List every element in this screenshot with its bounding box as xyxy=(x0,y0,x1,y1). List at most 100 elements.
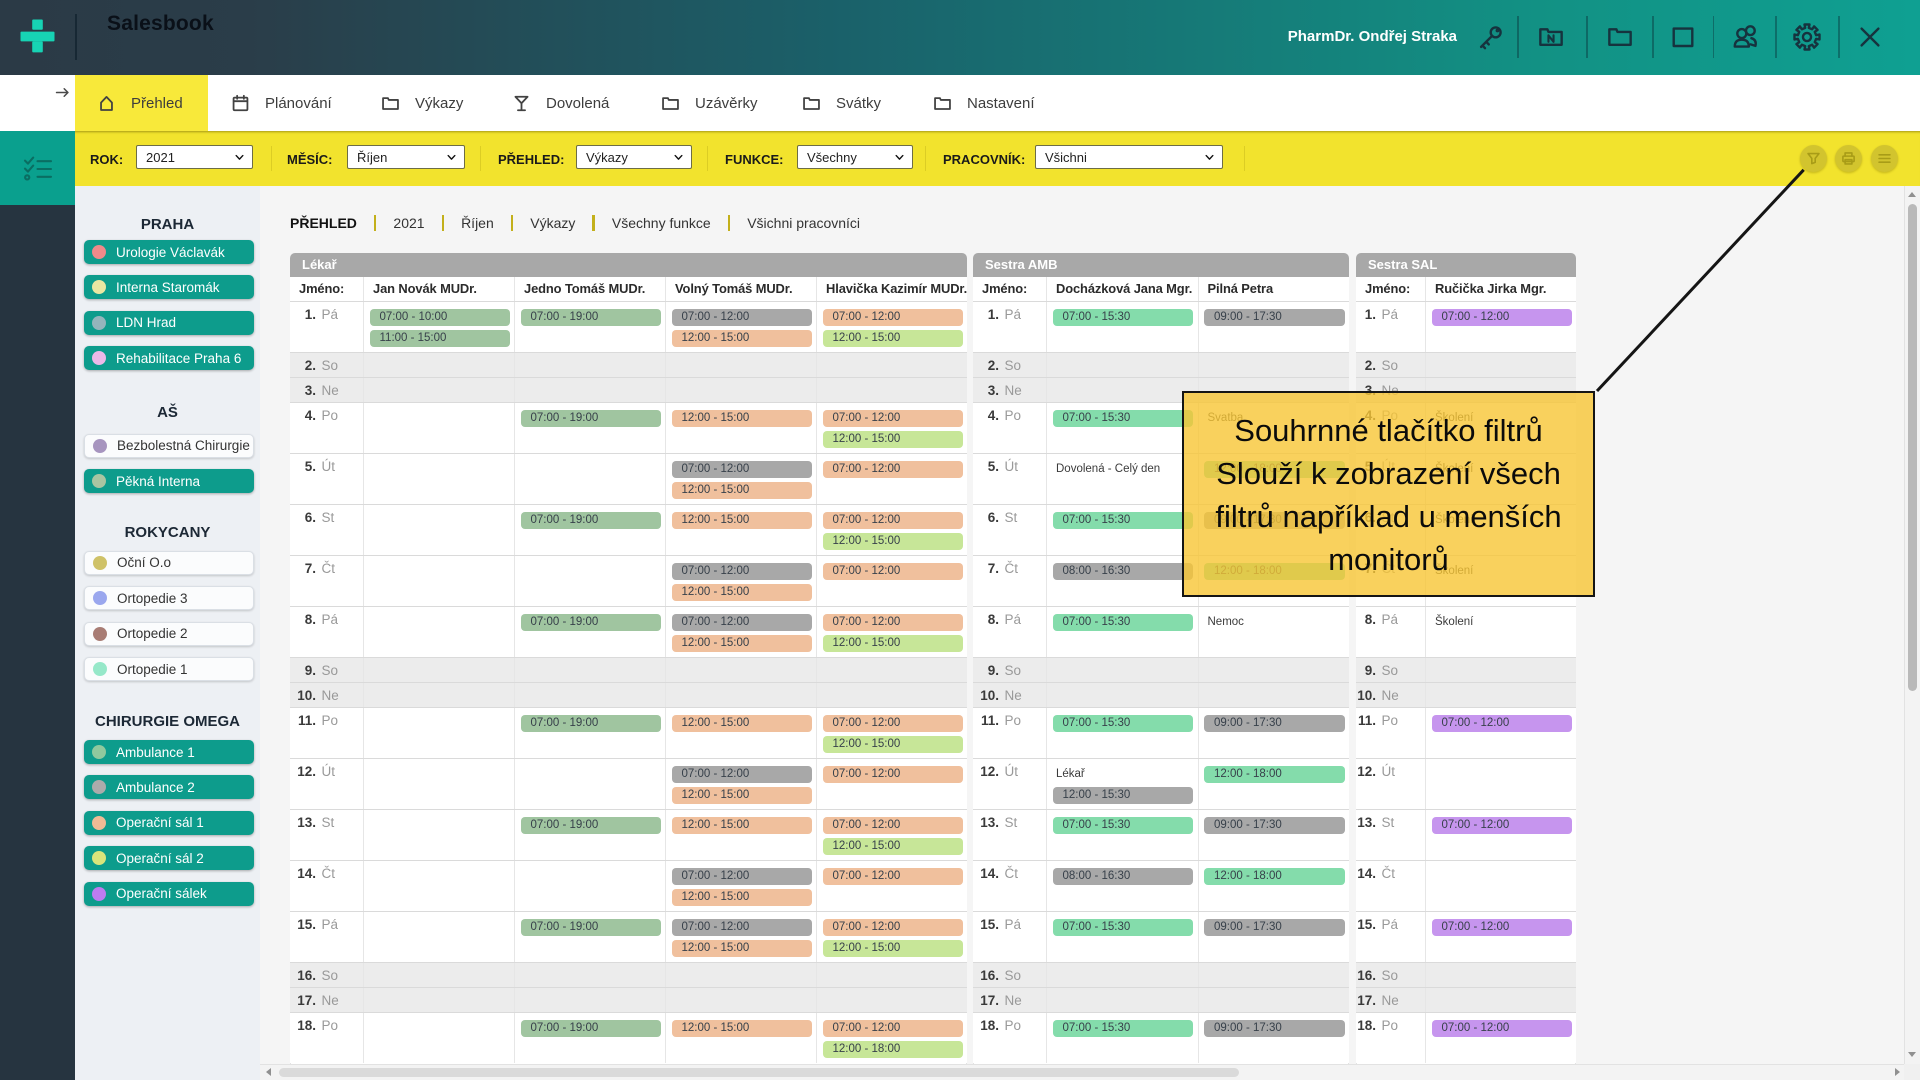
shift-pill[interactable]: 07:00 - 12:00 xyxy=(823,919,963,936)
schedule-cell[interactable] xyxy=(363,505,514,555)
shift-pill[interactable]: 12:00 - 15:00 xyxy=(672,512,812,529)
schedule-cell[interactable]: 07:00 - 15:30 xyxy=(1046,1013,1198,1063)
sidebar-item[interactable]: LDN Hrad xyxy=(84,311,254,335)
schedule-cell[interactable] xyxy=(363,658,514,682)
schedule-cell[interactable]: 07:00 - 12:0012:00 - 15:00 xyxy=(816,607,967,657)
shift-pill[interactable]: 07:00 - 12:00 xyxy=(672,309,812,326)
shift-pill[interactable]: 07:00 - 12:00 xyxy=(1432,1020,1572,1037)
schedule-cell[interactable] xyxy=(1198,658,1350,682)
schedule-cell[interactable] xyxy=(816,378,967,402)
shift-pill[interactable]: 12:00 - 15:00 xyxy=(672,940,812,957)
schedule-cell[interactable] xyxy=(816,683,967,707)
schedule-cell[interactable] xyxy=(514,353,665,377)
shift-pill[interactable]: 07:00 - 12:00 xyxy=(823,563,963,580)
window-icon[interactable] xyxy=(1668,22,1698,52)
schedule-cell[interactable] xyxy=(816,988,967,1012)
schedule-cell[interactable]: 09:00 - 17:30 xyxy=(1198,810,1350,860)
sidebar-item[interactable]: Ortopedie 3 xyxy=(84,586,254,610)
schedule-cell[interactable] xyxy=(665,683,816,707)
schedule-cell[interactable] xyxy=(816,658,967,682)
schedule-cell[interactable]: Nemoc xyxy=(1198,607,1350,657)
schedule-cell[interactable]: 07:00 - 12:00 12:00 - 15:00 xyxy=(816,302,967,352)
shift-pill[interactable]: 07:00 - 19:00 xyxy=(521,410,661,427)
sidebar-expand-arrow-icon[interactable] xyxy=(54,84,71,101)
schedule-cell[interactable]: 09:00 - 17:30 xyxy=(1198,708,1350,758)
schedule-cell[interactable] xyxy=(363,353,514,377)
schedule-cell[interactable]: 09:00 - 17:30 xyxy=(1198,1013,1350,1063)
filter-select-3[interactable]: Všechny xyxy=(797,145,913,169)
shift-pill[interactable]: 12:00 - 15:00 xyxy=(823,330,963,347)
shift-pill[interactable]: 12:00 - 15:00 xyxy=(672,889,812,906)
shift-pill[interactable]: 09:00 - 17:30 xyxy=(1204,309,1345,326)
schedule-cell[interactable]: 07:00 - 12:0012:00 - 15:00 xyxy=(816,403,967,453)
filter-select-2[interactable]: Výkazy xyxy=(576,145,692,169)
filter-select-1[interactable]: Říjen xyxy=(347,145,465,169)
shift-pill[interactable]: 12:00 - 15:00 xyxy=(672,787,812,804)
shift-pill[interactable]: 12:00 - 15:30 xyxy=(1053,787,1194,804)
schedule-cell[interactable] xyxy=(1046,353,1198,377)
schedule-cell[interactable] xyxy=(665,353,816,377)
schedule-cell[interactable] xyxy=(363,403,514,453)
sidebar-item[interactable]: Operační sál 1 xyxy=(84,811,254,835)
shift-pill[interactable]: 12:00 - 15:00 xyxy=(823,838,963,855)
shift-pill[interactable]: 07:00 - 19:00 xyxy=(521,1020,661,1037)
shift-pill[interactable]: 07:00 - 12:00 xyxy=(823,309,963,326)
shift-pill[interactable]: 07:00 - 12:00 xyxy=(823,614,963,631)
schedule-cell[interactable]: 08:00 - 16:30 xyxy=(1046,556,1198,606)
shift-pill[interactable]: 07:00 - 15:30 xyxy=(1053,309,1194,326)
schedule-cell[interactable]: 07:00 - 12:00 xyxy=(816,454,967,504)
shift-pill[interactable]: 08:00 - 16:30 xyxy=(1053,563,1194,580)
shift-pill[interactable]: 07:00 - 12:00 xyxy=(823,868,963,885)
schedule-cell[interactable] xyxy=(1425,658,1576,682)
shift-pill[interactable]: 08:00 - 16:30 xyxy=(1053,868,1194,885)
schedule-cell[interactable]: 07:00 - 12:00 12:00 - 15:00 xyxy=(665,759,816,809)
tab-1[interactable]: Plánování xyxy=(209,75,359,131)
schedule-cell[interactable]: 07:00 - 12:0012:00 - 15:00 xyxy=(816,708,967,758)
schedule-cell[interactable]: 07:00 - 12:00 xyxy=(1425,302,1576,352)
shift-pill[interactable]: 12:00 - 15:00 xyxy=(672,1020,812,1037)
sidebar-item[interactable]: Urologie Václavák xyxy=(84,240,254,264)
schedule-cell[interactable] xyxy=(363,912,514,962)
schedule-cell[interactable] xyxy=(1046,658,1198,682)
schedule-cell[interactable]: 07:00 - 12:00 xyxy=(1425,1013,1576,1063)
shift-pill[interactable]: 07:00 - 19:00 xyxy=(521,715,661,732)
schedule-cell[interactable] xyxy=(363,988,514,1012)
shift-pill[interactable]: 07:00 - 12:00 xyxy=(1432,919,1572,936)
shift-pill[interactable]: 09:00 - 17:30 xyxy=(1204,817,1345,834)
schedule-cell[interactable] xyxy=(665,378,816,402)
shift-pill[interactable]: 07:00 - 12:00 xyxy=(672,461,812,478)
schedule-cell[interactable]: 07:00 - 19:00 xyxy=(514,708,665,758)
schedule-cell[interactable]: 07:00 - 15:30 xyxy=(1046,302,1198,352)
shift-pill[interactable]: 07:00 - 12:00 xyxy=(672,766,812,783)
schedule-cell[interactable]: 08:00 - 16:30 xyxy=(1046,861,1198,911)
schedule-cell[interactable]: 07:00 - 19:00 xyxy=(514,302,665,352)
shift-pill[interactable]: 12:00 - 15:00 xyxy=(672,482,812,499)
schedule-cell[interactable] xyxy=(1046,963,1198,987)
shift-pill[interactable]: 07:00 - 12:00 xyxy=(672,563,812,580)
schedule-cell[interactable] xyxy=(665,988,816,1012)
tab-0[interactable]: Přehled xyxy=(75,75,208,131)
schedule-cell[interactable]: 07:00 - 12:0012:00 - 15:00 xyxy=(816,505,967,555)
schedule-cell[interactable] xyxy=(363,1013,514,1063)
schedule-cell[interactable] xyxy=(514,658,665,682)
schedule-cell[interactable]: 12:00 - 18:00 xyxy=(1198,861,1350,911)
scroll-left-icon[interactable] xyxy=(266,1068,271,1076)
schedule-cell[interactable] xyxy=(363,708,514,758)
schedule-cell[interactable] xyxy=(1198,353,1350,377)
sidebar-item[interactable]: Ortopedie 1 xyxy=(84,657,254,681)
schedule-cell[interactable]: 07:00 - 12:0012:00 - 15:00 xyxy=(665,302,816,352)
schedule-cell[interactable] xyxy=(514,759,665,809)
shift-pill[interactable]: 07:00 - 10:00 xyxy=(370,309,510,326)
scroll-up-icon[interactable] xyxy=(1908,192,1916,197)
schedule-cell[interactable]: 07:00 - 12:00 xyxy=(816,861,967,911)
schedule-cell[interactable]: 07:00 - 10:0011:00 - 15:00 xyxy=(363,302,514,352)
folder-n-icon[interactable] xyxy=(1536,22,1566,52)
schedule-cell[interactable] xyxy=(363,963,514,987)
shift-pill[interactable]: 07:00 - 12:00 xyxy=(1432,309,1572,326)
tab-2[interactable]: Výkazy xyxy=(359,75,490,131)
shift-pill[interactable]: 07:00 - 12:00 xyxy=(823,1020,963,1037)
shift-pill[interactable]: 12:00 - 15:00 xyxy=(672,817,812,834)
schedule-cell[interactable] xyxy=(514,683,665,707)
scroll-down-icon[interactable] xyxy=(1908,1052,1916,1057)
schedule-cell[interactable]: Dovolená - Celý den xyxy=(1046,454,1198,504)
